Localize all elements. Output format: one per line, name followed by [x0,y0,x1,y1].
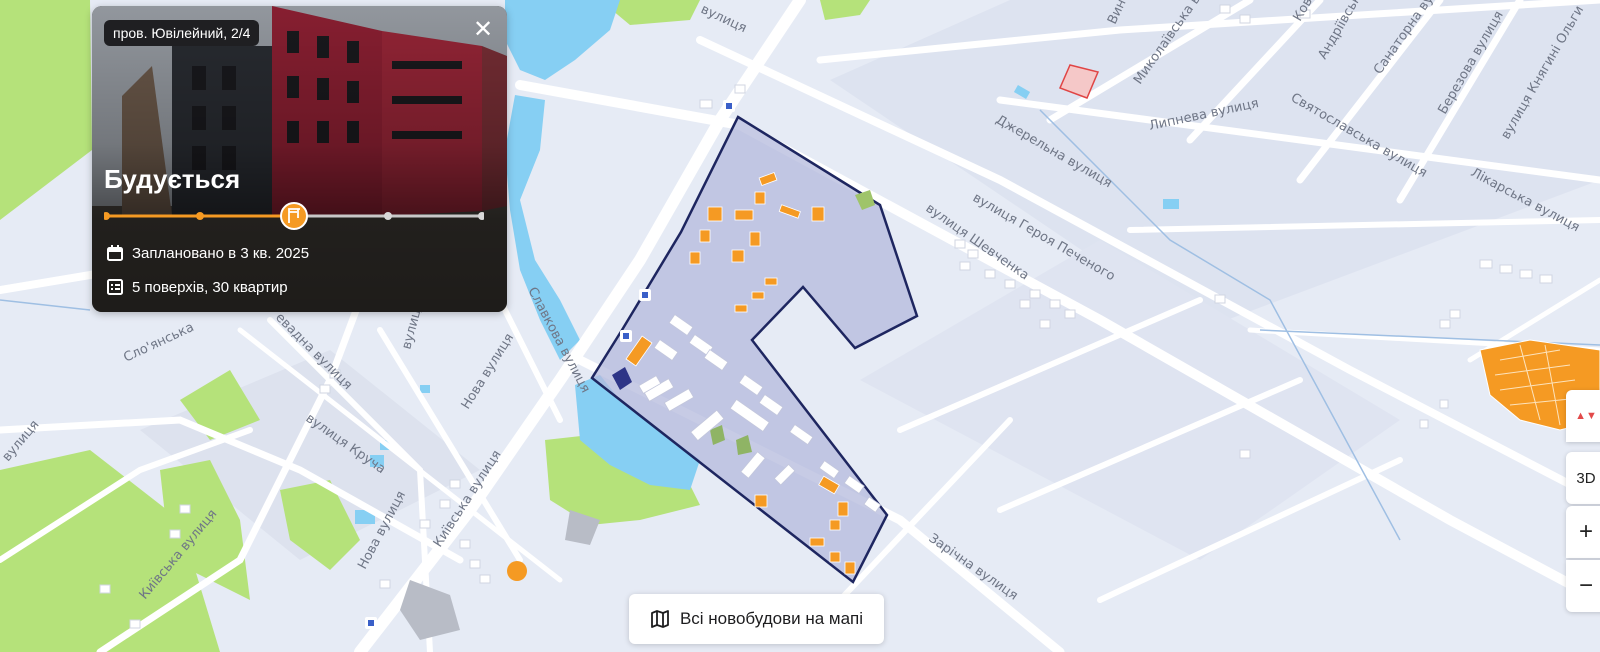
bus-stop-icon[interactable] [723,100,735,112]
zoom-in-button[interactable]: + [1566,506,1600,558]
3d-toggle-button[interactable]: 3D [1566,452,1600,504]
crane-icon [280,202,308,230]
zoom-out-button[interactable]: − [1566,560,1600,612]
building-card[interactable]: пров. Ювілейний, 2/4 ✕ Будується Заплано… [92,6,507,312]
progress-step [104,212,110,220]
map-icon [651,610,669,628]
bus-stop-icon[interactable] [639,289,651,301]
planned-row: Заплановано в 3 кв. 2025 [106,244,309,262]
all-new-buildings-button[interactable]: Всі новобудови на мапі [629,594,884,644]
plus-icon: + [1578,518,1593,545]
close-icon[interactable]: ✕ [469,16,497,44]
progress-step [384,212,392,220]
3d-label: 3D [1576,469,1596,487]
bus-stop-icon[interactable] [620,330,632,342]
location-marker[interactable] [507,561,527,581]
calendar-icon [107,245,123,261]
compass-button[interactable]: ▲▼ [1566,390,1600,442]
bus-stop-icon[interactable] [365,617,377,629]
minus-icon: − [1578,572,1593,599]
address-badge: пров. Ювілейний, 2/4 [104,20,260,46]
progress-step [478,212,484,220]
progress-step [196,212,204,220]
construction-progress [104,202,484,230]
construction-status: Будується [104,164,241,194]
floors-row: 5 поверхів, 30 квартир [106,278,288,296]
planned-date: Заплановано в 3 кв. 2025 [132,244,310,262]
floors-info: 5 поверхів, 30 квартир [132,278,288,296]
all-new-buildings-label: Всі новобудови на мапі [679,609,864,628]
compass-icon: ▲▼ [1575,410,1597,422]
list-icon [107,279,123,295]
